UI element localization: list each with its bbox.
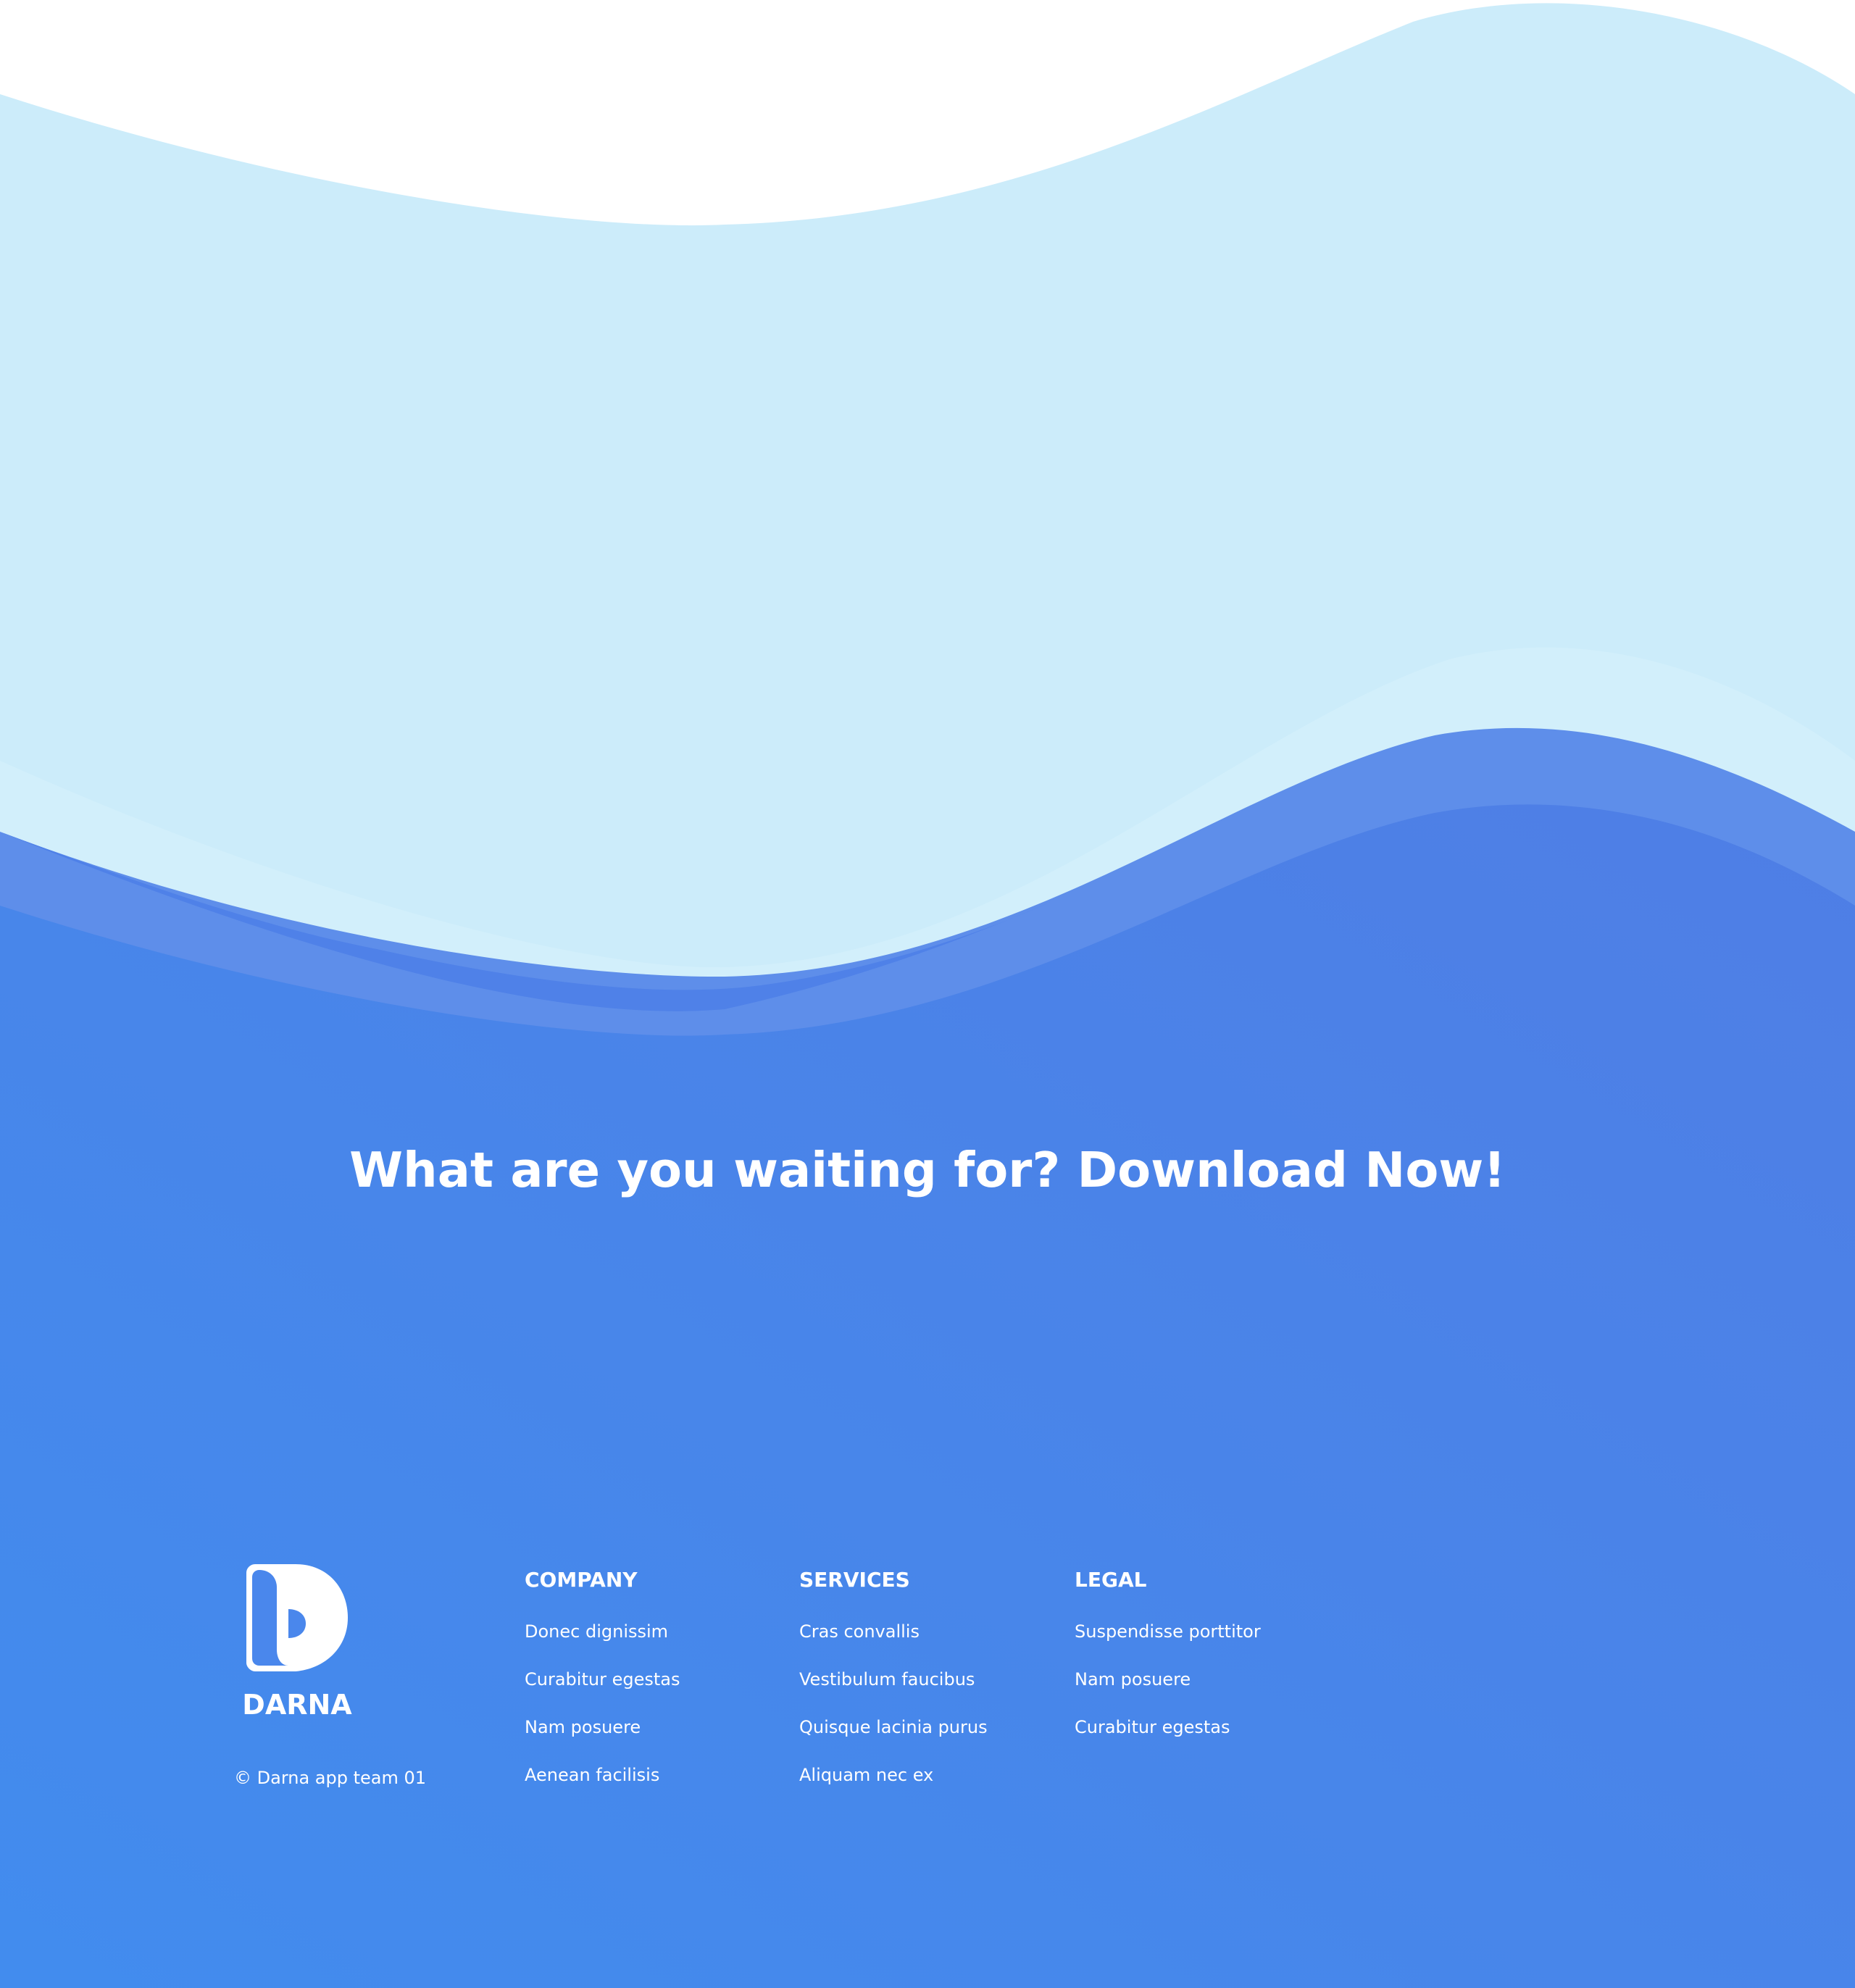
footer-heading-legal: LEGAL xyxy=(1075,1568,1147,1592)
brand-name: DARNA xyxy=(242,1689,352,1721)
footer-column-services: SERVICES Cras convallis Vestibulum fauci… xyxy=(799,1565,988,1808)
footer-link[interactable]: Vestibulum faucibus xyxy=(799,1665,988,1694)
footer-link[interactable]: Suspendisse porttitor xyxy=(1075,1617,1261,1646)
darna-logo-icon[interactable] xyxy=(245,1560,349,1676)
footer-heading-services: SERVICES xyxy=(799,1568,910,1592)
landing-page: What are you waiting for? Download Now! … xyxy=(0,0,1855,1988)
footer-column-company: COMPANY Donec dignissim Curabitur egesta… xyxy=(525,1565,680,1808)
footer-link[interactable]: Donec dignissim xyxy=(525,1617,680,1646)
footer-link[interactable]: Aenean facilisis xyxy=(525,1761,680,1789)
footer-link[interactable]: Curabitur egestas xyxy=(1075,1713,1261,1742)
footer-link[interactable]: Nam posuere xyxy=(1075,1665,1261,1694)
footer-link[interactable]: Nam posuere xyxy=(525,1713,680,1742)
footer-link[interactable]: Quisque lacinia purus xyxy=(799,1713,988,1742)
copyright-text: © Darna app team 01 xyxy=(234,1768,427,1788)
footer-heading-company: COMPANY xyxy=(525,1568,638,1592)
footer-link[interactable]: Curabitur egestas xyxy=(525,1665,680,1694)
cta-heading: What are you waiting for? Download Now! xyxy=(349,1142,1506,1198)
footer-link[interactable]: Aliquam nec ex xyxy=(799,1761,988,1789)
footer-link[interactable]: Cras convallis xyxy=(799,1617,988,1646)
footer-column-legal: LEGAL Suspendisse porttitor Nam posuere … xyxy=(1075,1565,1261,1761)
